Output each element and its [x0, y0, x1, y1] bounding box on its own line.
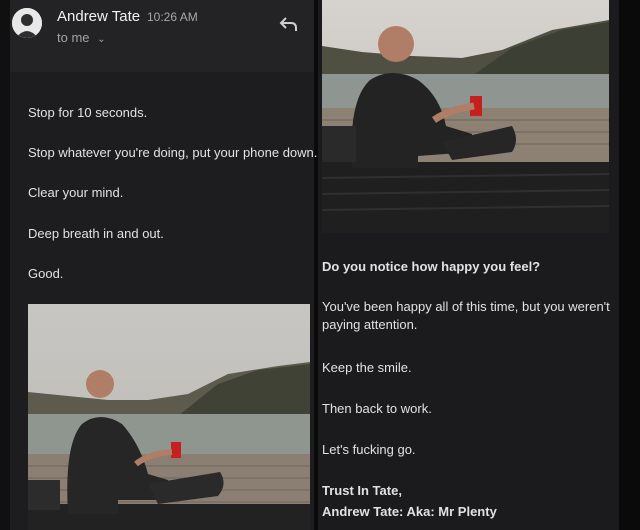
- body-line: Keep the smile.: [322, 360, 412, 375]
- body-line: Then back to work.: [322, 401, 432, 416]
- body-line: Stop for 10 seconds.: [28, 105, 148, 120]
- body-question: Do you notice how happy you feel?: [322, 259, 541, 274]
- body-line: Let's fucking go.: [322, 442, 416, 457]
- body-line: Good.: [28, 266, 64, 281]
- body-line: You've been happy all of this time, but …: [322, 299, 610, 332]
- chevron-down-icon: ⌄: [97, 34, 106, 45]
- reply-icon[interactable]: [278, 14, 300, 34]
- signature-line: Trust In Tate,: [322, 483, 402, 498]
- panel-divider: [314, 0, 318, 530]
- sender-name[interactable]: Andrew Tate: [57, 8, 140, 25]
- email-photo-right[interactable]: [322, 0, 609, 233]
- body-line: Stop whatever you're doing, put your pho…: [28, 145, 318, 160]
- page-margin: [619, 0, 640, 530]
- email-photo-left[interactable]: [28, 304, 310, 530]
- email-header: Andrew Tate 10:26 AM to me ⌄: [10, 0, 316, 72]
- body-line: Deep breath in and out.: [28, 226, 164, 241]
- email-time: 10:26 AM: [147, 10, 198, 24]
- avatar-icon[interactable]: [12, 8, 42, 38]
- recipient-dropdown[interactable]: to me ⌄: [57, 30, 106, 45]
- body-line: Clear your mind.: [28, 185, 124, 200]
- signature-line: Andrew Tate: Aka: Mr Plenty: [322, 504, 497, 519]
- recipient-label: to me: [57, 30, 90, 45]
